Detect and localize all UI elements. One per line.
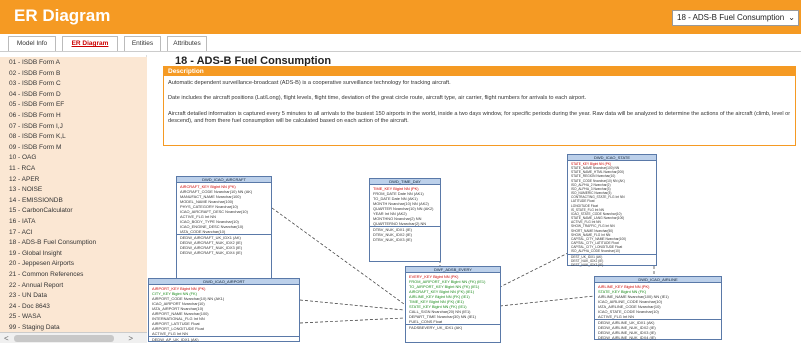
tab-er-diagram[interactable]: ER Diagram	[62, 36, 118, 52]
chevron-down-icon: ⌄	[788, 13, 795, 22]
sidebar-item[interactable]: 24 - Doc 8643	[0, 300, 147, 312]
app-header: ER Diagram 18 - ADS-B Fuel Consumption ⌄	[0, 0, 801, 34]
scroll-right-icon[interactable]: >	[128, 333, 133, 344]
sidebar-item[interactable]: 22 - Annual Report	[0, 279, 147, 291]
er-diagram-canvas[interactable]: DWD_ICAO_AIRCRAFT AIRCRAFT_KEY Bigint NN …	[148, 148, 801, 343]
description-header: Description	[164, 67, 795, 76]
entity-box[interactable]: DWD_ICAO_AIRPORT AIRPORT_KEY Bigint NN (P…	[148, 278, 300, 342]
sidebar-item[interactable]: 11 - RCA	[0, 163, 147, 174]
sidebar-item[interactable]: 17 - ACI	[0, 226, 147, 238]
entity-attribute: DEST_NUK_IDX3 (IE)	[571, 262, 604, 267]
sidebar-item[interactable]: 05 - ISDB Form EF	[0, 99, 147, 111]
entity-attribute: DEDW_AIRCRAFT_NUK_IDX4 (IE)	[180, 250, 243, 255]
tab-bar: Model Info ER Diagram Entities Attribute…	[0, 36, 801, 52]
entity-title: DWD_ICAO_STATE	[568, 155, 656, 161]
scroll-left-icon[interactable]: <	[4, 333, 9, 344]
entity-title: DWD_TIME_DAY	[370, 179, 440, 185]
sidebar-item[interactable]: 18 - ADS-B Fuel Consumption	[0, 237, 147, 249]
model-select[interactable]: 18 - ADS-B Fuel Consumption ⌄	[672, 10, 799, 26]
description-paragraph: Automatic dependent surveillance-broadca…	[168, 80, 451, 86]
sidebar-item[interactable]: 14 - EMISSIONDB	[0, 194, 147, 206]
entity-attribute: DEDW_AIRLINE_NUK_IDX4 (IE)	[598, 335, 656, 340]
tab-model-info[interactable]: Model Info	[8, 36, 56, 52]
sidebar-item[interactable]: 21 - Common References	[0, 269, 147, 280]
entity-attribute: DTBV_NUK_IDX3 (IE)	[373, 237, 412, 242]
relationship-line	[299, 317, 405, 324]
sidebar-item[interactable]: 04 - ISDB Form D	[0, 88, 147, 100]
sidebar-item[interactable]: 12 - APER	[0, 173, 147, 185]
relationship-line	[499, 295, 595, 307]
model-select-value: 18 - ADS-B Fuel Consumption	[677, 13, 785, 22]
sidebar-item[interactable]: 16 - IATA	[0, 216, 147, 227]
entity-box[interactable]: DWD_ICAO_AIRLINE AIRLINE_KEY Bigint NN (P…	[594, 276, 722, 340]
sidebar-item[interactable]: 08 - ISDB Form K,L	[0, 131, 147, 143]
sidebar-item[interactable]: 06 - ISDB Form H	[0, 110, 147, 121]
tab-entities[interactable]: Entities	[124, 36, 161, 52]
sidebar-item[interactable]: 03 - ISDB Form C	[0, 78, 147, 90]
entity-title: DWF_ADSB_EVERY	[406, 267, 500, 273]
sidebar-item[interactable]: 07 - ISDB Form I,J	[0, 120, 147, 132]
entity-box[interactable]: DWD_ICAO_STATE STATE_KEY Bigint NN (PK) ST…	[567, 154, 657, 267]
sidebar-item[interactable]: 01 - ISDB Form A	[0, 57, 147, 68]
scrollbar-thumb[interactable]	[14, 335, 114, 342]
entity-title: DWD_ICAO_AIRPORT	[149, 279, 299, 285]
sidebar-item[interactable]: 10 - OAG	[0, 152, 147, 164]
app-title: ER Diagram	[14, 6, 111, 25]
entity-attribute: DEDW_AP_UK_IDX1 (AK)	[152, 337, 199, 342]
model-sidebar: 99 - Staging Data 25 - WASA 24 - Doc 8643 2…	[0, 55, 147, 343]
entity-title: DWD_ICAO_AIRCRAFT	[177, 177, 271, 183]
sidebar-item[interactable]: 02 - ISDB Form B	[0, 67, 147, 79]
sidebar-item[interactable]: 13 - NOISE	[0, 184, 147, 196]
sidebar-item[interactable]: 23 - UN Data	[0, 290, 147, 302]
sidebar-item[interactable]: 20 - Jeppesen Airports	[0, 258, 147, 270]
tab-divider	[0, 51, 801, 52]
entity-box[interactable]: DWD_TIME_DAY TIME_KEY Bigint NN (PK) FROM_…	[369, 178, 441, 262]
entity-box[interactable]: DWF_ADSB_EVERY EVERY_KEY Bigint NN (PK) FR…	[405, 266, 501, 343]
sidebar-item[interactable]: 25 - WASA	[0, 311, 147, 323]
sidebar-item[interactable]: 15 - CarbonCalculator	[0, 205, 147, 217]
relationship-line	[299, 299, 405, 311]
description-paragraph: Date includes the aircraft positions (La…	[168, 95, 587, 101]
sidebar-scrollbar[interactable]: < >	[0, 332, 147, 343]
description-panel: Description Automatic dependent surveill…	[163, 66, 796, 146]
entity-title: DWD_ICAO_AIRLINE	[595, 277, 721, 283]
tab-attributes[interactable]: Attributes	[167, 36, 207, 52]
sidebar-item[interactable]: 19 - Global Insight	[0, 247, 147, 259]
entity-attribute: FADSBEVERY_UK_IDX1 (AK)	[409, 325, 463, 330]
sidebar-item[interactable]: 09 - ISDB Form M	[0, 141, 147, 153]
description-paragraph: Aircraft detailed information is capture…	[168, 111, 791, 124]
